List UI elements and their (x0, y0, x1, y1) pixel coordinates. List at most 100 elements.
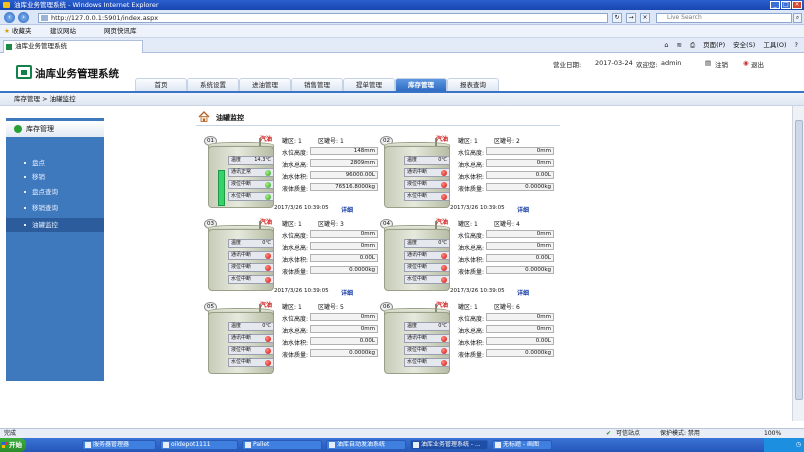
sidebar-item-transfer[interactable]: 移销 (6, 170, 104, 184)
suggested-sites-link[interactable]: 建议网站 (50, 25, 76, 38)
oil-volume-value: 0.00L (486, 337, 554, 345)
minimize-button[interactable]: _ (770, 1, 780, 9)
status-light-icon (265, 170, 271, 176)
nav-inbound[interactable]: 进油管理 (239, 78, 291, 91)
window-title-bar: 油库业务管理系统 - Windows Internet Explorer _ □… (0, 0, 804, 10)
favorites-button[interactable]: 收藏夹 (12, 25, 32, 38)
tank-water-status: 水位中断 (228, 358, 274, 367)
forward-button[interactable]: › (18, 12, 29, 23)
tank-card: 05 汽油 温度 0℃ 通讯中断 液位中断 水位中断 罐区: 1 区罐号: 5 水位… (204, 300, 378, 382)
water-level-value: 148mm (310, 147, 378, 155)
tank-zone: 罐区: 1 (458, 138, 478, 145)
start-button[interactable]: 开始 (0, 438, 26, 452)
address-bar: ‹ › http://127.0.0.1:5901/index.aspx ↻ →… (0, 10, 804, 25)
search-icon[interactable]: ⌕ (793, 13, 802, 23)
cmd-tools[interactable]: 工具(O) (763, 41, 786, 50)
mass-value: 0.0000kg (486, 349, 554, 357)
app-icon (495, 442, 501, 448)
nav-system-settings[interactable]: 系统设置 (187, 78, 239, 91)
sidebar-item-transfer-query[interactable]: 移销查询 (6, 201, 104, 215)
tank-temp: 0℃ (262, 240, 271, 246)
tank-level-status: 液位中断 (228, 263, 274, 272)
exit-link[interactable]: 退出 (751, 59, 764, 69)
tank-status-panel: 温度 0℃ 通讯中断 液位中断 水位中断 (404, 322, 450, 372)
business-date: 2017-03-24 (595, 59, 633, 67)
tank-zone: 罐区: 1 (282, 138, 302, 145)
tank-comm-status: 通讯中断 (404, 168, 450, 177)
tank-comm-status: 通讯中断 (404, 334, 450, 343)
mass-value: 0.0000kg (310, 266, 378, 274)
taskbar-item[interactable]: oildepot1111 (160, 440, 238, 450)
taskbar-item[interactable]: Pallet (242, 440, 322, 450)
zoom-level[interactable]: 100% (764, 429, 781, 438)
ie-icon (3, 2, 10, 8)
sidebar-item-stocktake[interactable]: 盘点 (6, 156, 104, 170)
tank-status-panel: 温度 0℃ 通讯中断 液位中断 水位中断 (228, 239, 274, 289)
taskbar-item[interactable]: 无标题 - 画图 (492, 440, 552, 450)
tank-timestamp: 2017/3/26 10:39:05 (450, 288, 505, 294)
tank-detail-link[interactable]: 详细 (517, 288, 529, 297)
status-text: 完成 (4, 430, 17, 437)
tank-area: 区罐号: 2 (494, 138, 520, 145)
check-icon (14, 125, 22, 133)
print-icon[interactable]: ⎙ (690, 41, 695, 50)
scrollbar-thumb[interactable] (795, 120, 803, 400)
page-scrollbar[interactable] (792, 106, 804, 421)
search-input[interactable]: Live Search (656, 13, 792, 23)
sidebar-header[interactable]: 库存管理 (6, 121, 104, 137)
oil-height-value: 0mm (310, 242, 378, 250)
tank-level-status: 液位中断 (404, 346, 450, 355)
page-icon (41, 15, 48, 21)
taskbar-item[interactable]: 油库自动发油系统 (326, 440, 406, 450)
home-icon-browser[interactable]: ⌂ (664, 41, 668, 50)
web-slice-link[interactable]: 网页快讯库 (104, 25, 137, 38)
tank-level-bar (218, 170, 225, 206)
status-light-icon (441, 253, 447, 259)
taskbar: 开始 服务器管理器 oildepot1111 Pallet 油库自动发油系统 油库业务管… (0, 438, 804, 452)
taskbar-item[interactable]: 油库业务管理系统 - ... (410, 440, 488, 450)
oil-volume-value: 0.00L (310, 254, 378, 262)
url-input[interactable]: http://127.0.0.1:5901/index.aspx (38, 13, 608, 23)
close-button[interactable]: × (792, 1, 802, 9)
status-bar: 完成 ✔ 可信站点 保护模式: 禁用 100% (0, 428, 804, 438)
back-button[interactable]: ‹ (4, 12, 15, 23)
status-light-icon (265, 277, 271, 283)
tank-comm-status: 通讯中断 (228, 334, 274, 343)
status-light-icon (441, 265, 447, 271)
nav-reports[interactable]: 报表查询 (447, 78, 499, 91)
browser-tab[interactable]: 油库业务管理系统 (3, 40, 143, 53)
logout-link[interactable]: 注销 (715, 59, 728, 69)
nav-inventory[interactable]: 库存管理 (395, 78, 447, 91)
nav-sales[interactable]: 销售管理 (291, 78, 343, 91)
sidebar-item-stocktake-query[interactable]: 盘点查询 (6, 185, 104, 199)
app-icon (85, 442, 91, 448)
maximize-button[interactable]: □ (781, 1, 791, 9)
taskbar-item[interactable]: 服务器管理器 (82, 440, 156, 450)
tank-detail-link[interactable]: 详细 (341, 288, 353, 297)
nav-bill[interactable]: 提单管理 (343, 78, 395, 91)
content-title: 油罐监控 (216, 114, 244, 122)
help-icon[interactable]: ? (795, 41, 798, 50)
tank-area: 区罐号: 4 (494, 221, 520, 228)
feeds-icon[interactable]: ≋ (676, 41, 681, 50)
stop-button[interactable]: × (640, 13, 650, 23)
refresh-button[interactable]: ↻ (612, 13, 622, 23)
oil-volume-value: 0.00L (486, 254, 554, 262)
tank-temp-row: 温度 0℃ (228, 239, 274, 248)
tab-favicon (6, 44, 12, 50)
business-date-label: 营业日期: (553, 61, 582, 69)
tank-detail-link[interactable]: 详细 (517, 205, 529, 214)
tank-temp-row: 温度 0℃ (404, 239, 450, 248)
favorites-bar: ★ 收藏夹 建议网站 网页快讯库 (0, 25, 804, 38)
nav-home[interactable]: 首页 (135, 78, 187, 91)
cmd-page[interactable]: 页面(P) (703, 41, 725, 50)
app-icon (413, 442, 419, 448)
go-button[interactable]: → (626, 13, 636, 23)
cmd-safety[interactable]: 安全(S) (733, 41, 755, 50)
window-title: 油库业务管理系统 - Windows Internet Explorer (14, 1, 159, 9)
sidebar-item-tank-monitor[interactable]: 油罐监控 (6, 218, 104, 232)
water-level-value: 0mm (486, 147, 554, 155)
tank-timestamp: 2017/3/26 10:39:05 (274, 288, 329, 294)
tank-detail-link[interactable]: 详细 (341, 205, 353, 214)
status-light-icon (265, 360, 271, 366)
